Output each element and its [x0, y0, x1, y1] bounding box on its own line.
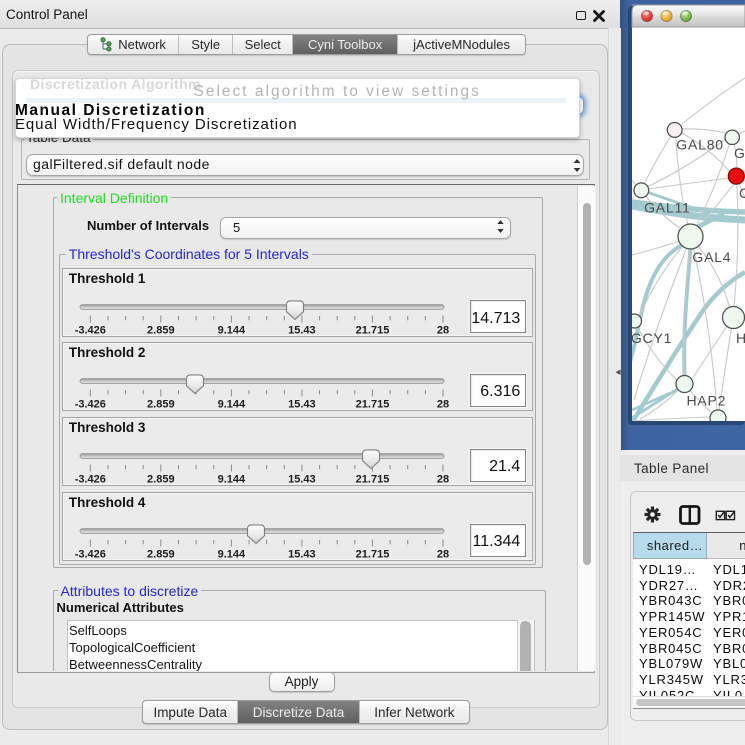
svg-text:GAL: GAL	[734, 145, 745, 161]
svg-text:2.859: 2.859	[147, 548, 175, 560]
svg-text:-3.426: -3.426	[75, 548, 106, 560]
svg-text:GCY1: GCY1	[631, 330, 672, 346]
svg-text:15.43: 15.43	[288, 398, 316, 410]
svg-text:9.144: 9.144	[218, 473, 246, 485]
svg-text:2.859: 2.859	[147, 398, 175, 410]
svg-text:-3.426: -3.426	[75, 398, 106, 410]
svg-text:-3.426: -3.426	[75, 473, 106, 485]
svg-text:GAL4: GAL4	[692, 249, 731, 265]
svg-text:9.144: 9.144	[218, 398, 246, 410]
svg-text:9.144: 9.144	[218, 325, 246, 337]
svg-text:21.715: 21.715	[356, 548, 390, 560]
svg-text:HAP2: HAP2	[687, 393, 727, 409]
svg-text:GAL11: GAL11	[644, 200, 691, 216]
svg-text:28: 28	[437, 473, 449, 485]
svg-text:2.859: 2.859	[147, 473, 175, 485]
svg-text:H: H	[736, 330, 745, 346]
svg-text:15.43: 15.43	[288, 548, 316, 560]
svg-text:2.859: 2.859	[147, 325, 175, 337]
svg-text:28: 28	[437, 548, 449, 560]
svg-text:CY: CY	[739, 185, 745, 201]
svg-text:21.715: 21.715	[356, 398, 390, 410]
svg-text:GAL80: GAL80	[676, 137, 724, 153]
svg-text:28: 28	[437, 398, 449, 410]
svg-text:28: 28	[437, 325, 449, 337]
svg-text:21.715: 21.715	[356, 325, 390, 337]
svg-text:-3.426: -3.426	[75, 325, 106, 337]
svg-text:15.43: 15.43	[288, 473, 316, 485]
svg-text:9.144: 9.144	[218, 548, 246, 560]
svg-text:15.43: 15.43	[288, 325, 316, 337]
svg-text:21.715: 21.715	[356, 473, 390, 485]
